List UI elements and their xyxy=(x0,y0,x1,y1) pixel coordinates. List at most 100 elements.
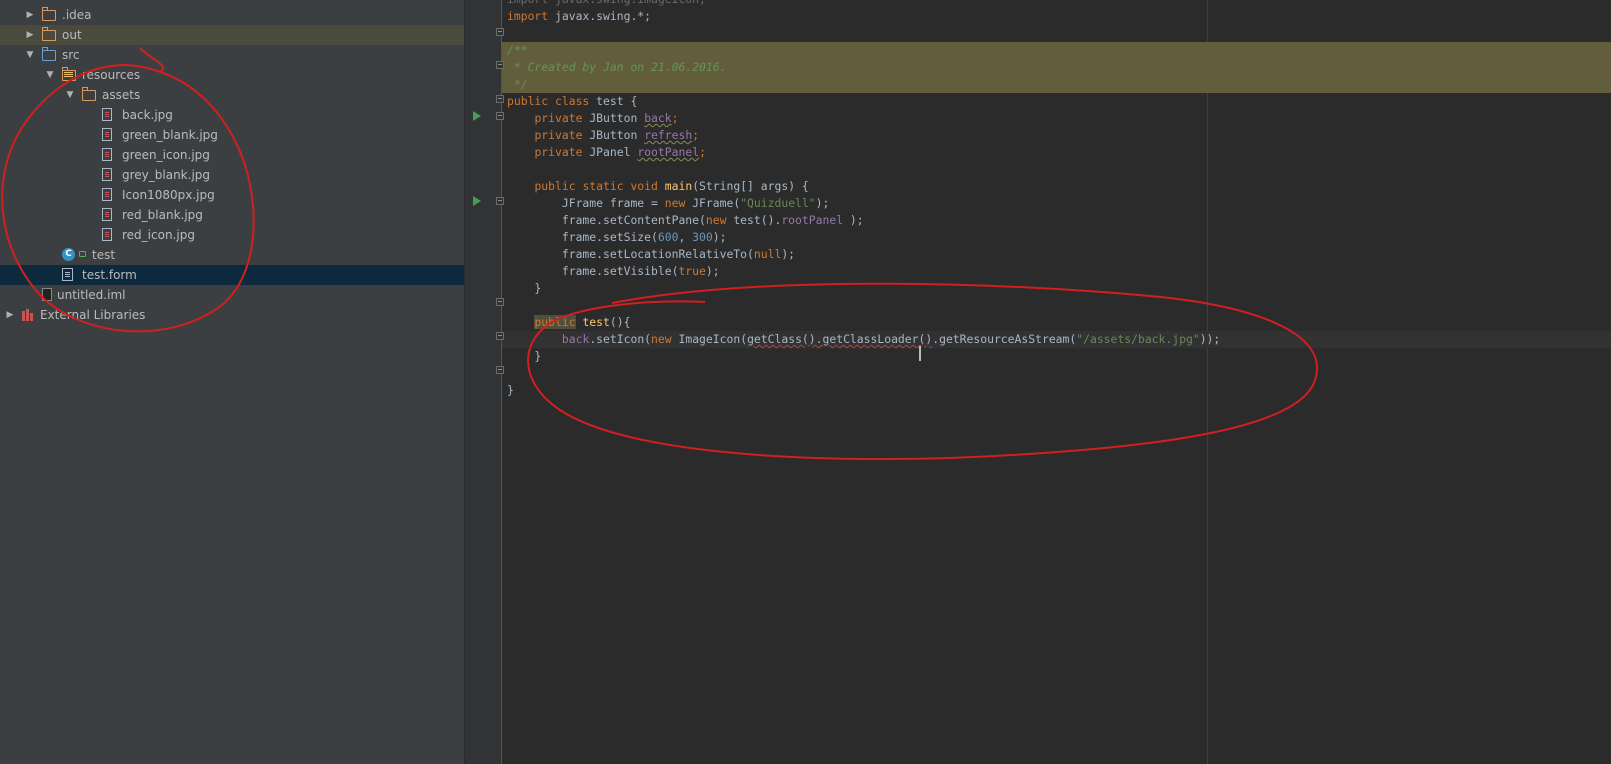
tree-item-label: .idea xyxy=(62,8,92,22)
code-token: "Quizduell" xyxy=(740,196,816,210)
tree-item[interactable]: ▶ out xyxy=(0,25,464,45)
tree-item[interactable]: Icon1080px.jpg xyxy=(0,185,464,205)
run-main-icon[interactable] xyxy=(473,196,481,206)
tree-item[interactable]: back.jpg xyxy=(0,105,464,125)
code-token: */ xyxy=(507,77,528,91)
module-file-icon xyxy=(42,288,52,301)
tree-item-label: resources xyxy=(82,68,141,82)
folder-icon xyxy=(41,27,56,41)
code-line[interactable]: import javax.swing.ImageIcon; xyxy=(507,0,706,8)
tree-item[interactable]: ▼ assets xyxy=(0,85,464,105)
code-line[interactable]: import javax.swing.*; xyxy=(507,8,651,25)
code-token: new xyxy=(664,196,693,210)
tree-item[interactable]: Ctest xyxy=(0,245,464,265)
code-token: private xyxy=(534,145,590,159)
fold-marker-icon[interactable] xyxy=(496,366,504,374)
code-token: back xyxy=(644,111,672,125)
code-line[interactable]: private JButton refresh; xyxy=(507,127,699,144)
resources-folder-icon xyxy=(61,67,76,81)
code-line[interactable]: private JButton back; xyxy=(507,110,678,127)
tree-item[interactable]: red_blank.jpg xyxy=(0,205,464,225)
code-token: /** xyxy=(507,43,528,57)
doc-comment-highlight xyxy=(502,76,1611,93)
fold-marker-icon[interactable] xyxy=(496,298,504,306)
code-token: main xyxy=(664,179,693,193)
image-file-icon xyxy=(102,108,112,121)
code-token: refresh xyxy=(644,128,693,142)
code-line[interactable]: frame.setSize(600, 300); xyxy=(507,229,727,246)
code-line[interactable]: public class test { xyxy=(507,93,637,110)
code-token: ); xyxy=(705,264,720,278)
code-token: , xyxy=(678,230,693,244)
tree-item[interactable]: ▶ .idea xyxy=(0,5,464,25)
code-line[interactable]: public static void main(String[] args) { xyxy=(507,178,809,195)
fold-marker-icon[interactable] xyxy=(496,197,504,205)
code-line[interactable]: private JPanel rootPanel; xyxy=(507,144,705,161)
tree-item-label: test.form xyxy=(82,268,137,282)
collapse-arrow-icon[interactable]: ▶ xyxy=(24,25,36,45)
code-line[interactable]: JFrame frame = new JFrame("Quizduell"); xyxy=(507,195,836,212)
fold-marker-icon[interactable] xyxy=(496,28,504,36)
code-line[interactable]: } xyxy=(507,348,541,365)
code-line[interactable]: back.setIcon(new ImageIcon(getClass().ge… xyxy=(507,331,1220,348)
code-token: .getResourceAsStream( xyxy=(932,332,1077,346)
tree-item[interactable]: test.form xyxy=(0,265,464,285)
code-token: ); xyxy=(781,247,796,261)
image-file-icon xyxy=(102,168,112,181)
image-file-icon xyxy=(102,148,112,161)
code-token: frame.setLocationRelativeTo( xyxy=(507,247,754,261)
collapse-arrow-icon[interactable]: ▶ xyxy=(4,305,16,325)
tree-item[interactable]: ▼ src xyxy=(0,45,464,65)
code-token: frame.setContentPane( xyxy=(507,213,706,227)
code-token: ); xyxy=(712,230,727,244)
image-file-icon xyxy=(102,188,112,201)
code-token: public static void xyxy=(534,179,665,193)
tree-item[interactable]: grey_blank.jpg xyxy=(0,165,464,185)
code-token: JButton xyxy=(589,128,645,142)
expand-arrow-icon[interactable]: ▼ xyxy=(44,65,56,85)
tree-item-label: out xyxy=(62,28,82,42)
code-token: } xyxy=(507,281,542,295)
code-line[interactable]: */ xyxy=(507,76,528,93)
code-token: frame.setVisible( xyxy=(507,264,679,278)
expand-arrow-icon[interactable]: ▼ xyxy=(64,85,76,105)
fold-marker-icon[interactable] xyxy=(496,112,504,120)
code-line[interactable]: } xyxy=(507,382,514,399)
expand-arrow-icon[interactable]: ▼ xyxy=(24,45,36,65)
code-line[interactable]: /** xyxy=(507,42,528,59)
code-token: )); xyxy=(1199,332,1221,346)
tree-item[interactable]: red_icon.jpg xyxy=(0,225,464,245)
fold-marker-icon[interactable] xyxy=(496,95,504,103)
form-file-icon xyxy=(62,268,73,281)
tree-item[interactable]: green_blank.jpg xyxy=(0,125,464,145)
fold-marker-icon[interactable] xyxy=(496,332,504,340)
folder-icon xyxy=(41,7,56,21)
code-token: 600 xyxy=(657,230,679,244)
image-file-icon xyxy=(102,128,112,141)
tree-item[interactable]: untitled.iml xyxy=(0,285,464,305)
tree-item-label: red_blank.jpg xyxy=(122,208,203,222)
tree-item[interactable]: green_icon.jpg xyxy=(0,145,464,165)
code-token: rootPanel xyxy=(637,145,700,159)
lock-icon xyxy=(79,251,86,257)
code-token: } xyxy=(507,349,542,363)
annotation-circle-code xyxy=(527,282,1318,461)
tree-item-label: Icon1080px.jpg xyxy=(122,188,215,202)
tree-item[interactable]: ▶ External Libraries xyxy=(0,305,464,325)
code-token: (String[] args) { xyxy=(692,179,809,193)
code-line[interactable]: } xyxy=(507,280,541,297)
fold-marker-icon[interactable] xyxy=(496,61,504,69)
code-token: 300 xyxy=(692,230,713,244)
code-line[interactable]: public test(){ xyxy=(507,314,630,331)
code-line[interactable]: frame.setContentPane(new test().rootPane… xyxy=(507,212,864,229)
code-token: public class xyxy=(507,94,597,108)
collapse-arrow-icon[interactable]: ▶ xyxy=(24,5,36,25)
run-class-icon[interactable] xyxy=(473,111,481,121)
tree-item-label: External Libraries xyxy=(40,308,146,322)
code-line[interactable]: * Created by Jan on 21.06.2016. xyxy=(507,59,727,76)
code-line[interactable]: frame.setVisible(true); xyxy=(507,263,720,280)
tree-item[interactable]: ▼ resources xyxy=(0,65,464,85)
tree-item-label: green_blank.jpg xyxy=(122,128,218,142)
code-line[interactable]: frame.setLocationRelativeTo(null); xyxy=(507,246,795,263)
